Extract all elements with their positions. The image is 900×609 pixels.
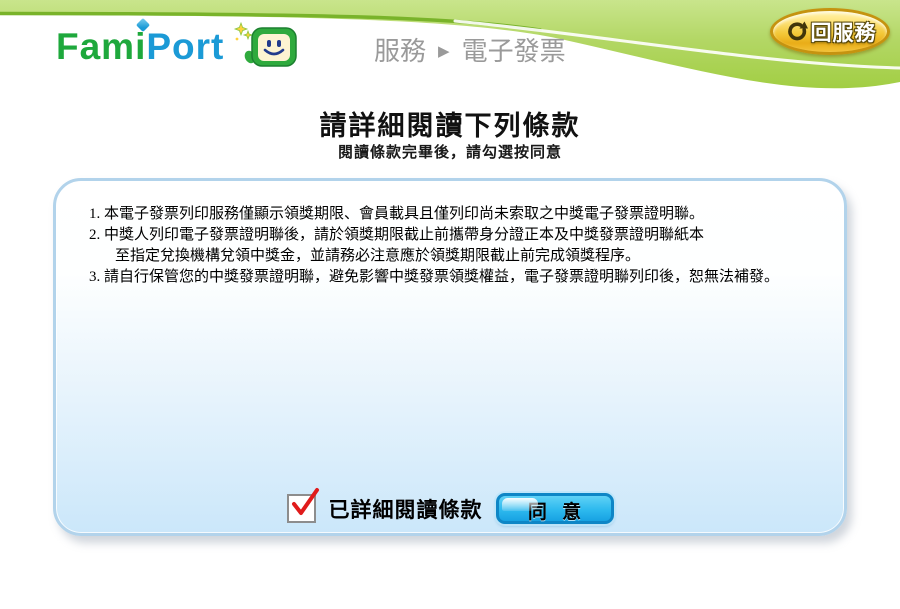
- famiport-logo-text: FamiPort: [56, 28, 224, 65]
- logo-text-fami: Fami: [56, 26, 146, 67]
- back-arrow-icon: [784, 21, 808, 43]
- page-subtitle: 閱讀條款完畢後，請勾選按同意: [0, 141, 900, 162]
- breadcrumb-section: 服務: [374, 31, 426, 68]
- terms-line: 2. 中獎人列印電子發票證明聯後，請於領獎期限截止前攜帶身分證正本及中獎發票證明…: [89, 225, 816, 246]
- back-button-label: 回服務: [811, 17, 877, 47]
- terms-panel: 1. 本電子發票列印服務僅顯示領獎期限、會員載具且僅列印尚未索取之中獎電子發票證…: [53, 178, 847, 536]
- breadcrumb-arrow-icon: ▶: [438, 42, 450, 60]
- terms-line: 3. 請自行保管您的中獎發票證明聯，避免影響中獎發票領獎權益，電子發票證明聯列印…: [89, 267, 816, 288]
- breadcrumb: 服務 ▶ 電子發票: [374, 31, 566, 68]
- famiport-logo: FamiPort: [56, 22, 298, 70]
- terms-line: 1. 本電子發票列印服務僅顯示領獎期限、會員載具且僅列印尚未索取之中獎電子發票證…: [89, 204, 816, 225]
- famiport-kiosk-screen: FamiPort 服務 ▶ 電子發票 回服務 請詳細閱讀下列條款 閱讀條款: [0, 0, 900, 609]
- terms-read-checkbox-label: 已詳細閱讀條款: [329, 494, 483, 524]
- checkmark-icon: [290, 489, 320, 519]
- logo-text-port: Port: [146, 26, 224, 67]
- terms-text: 1. 本電子發票列印服務僅顯示領獎期限、會員載具且僅列印尚未索取之中獎電子發票證…: [56, 181, 844, 288]
- breadcrumb-page: 電子發票: [462, 31, 566, 68]
- page-title: 請詳細閱讀下列條款: [0, 104, 900, 143]
- back-to-services-button[interactable]: 回服務: [770, 8, 890, 55]
- terms-read-checkbox[interactable]: [287, 494, 316, 523]
- agreement-controls: 已詳細閱讀條款 同 意: [56, 493, 844, 524]
- famiport-mascot-icon: [232, 22, 298, 70]
- agree-button[interactable]: 同 意: [496, 493, 614, 524]
- terms-line: 至指定兌換機構兌領中獎金，並請務必注意應於領獎期限截止前完成領獎程序。: [89, 246, 816, 267]
